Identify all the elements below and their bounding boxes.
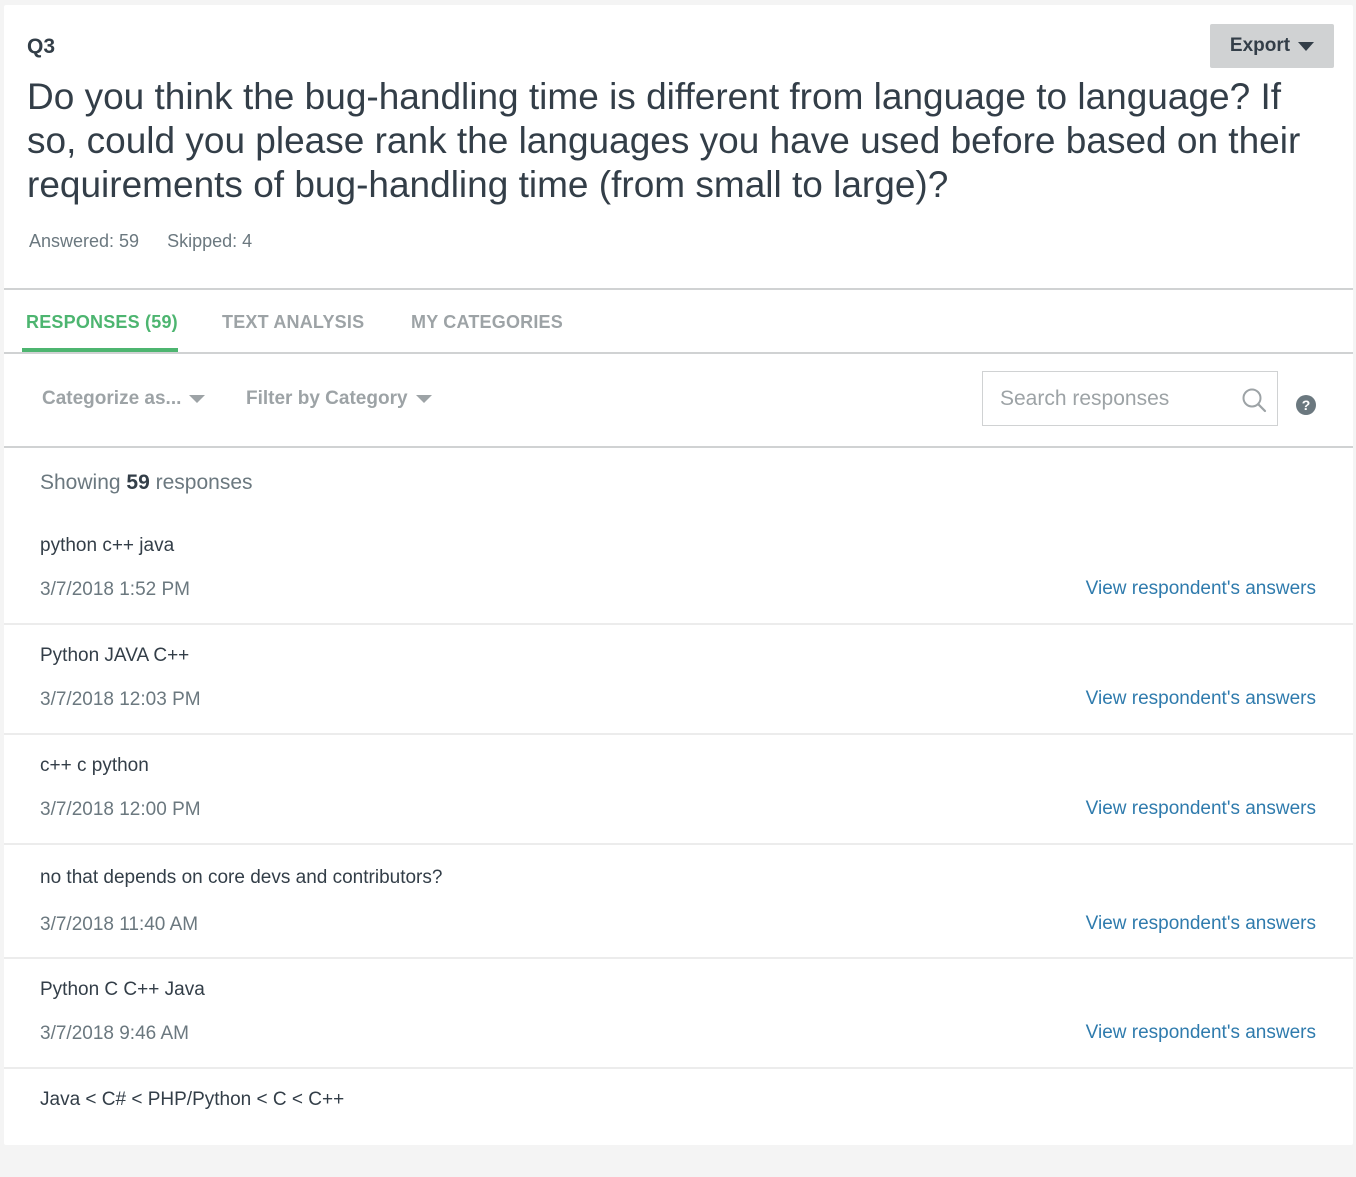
view-answers-link[interactable]: View respondent's answers bbox=[1086, 578, 1316, 600]
list-item: Python JAVA C++ 3/7/2018 12:03 PM View r… bbox=[4, 625, 1353, 735]
showing-prefix: Showing bbox=[40, 471, 121, 494]
answered-count: Answered: 59 bbox=[29, 231, 140, 251]
categorize-label: Categorize as... bbox=[42, 388, 182, 409]
search-box bbox=[982, 371, 1278, 426]
response-toolbar: Categorize as... Filter by Category ? bbox=[4, 354, 1353, 446]
search-icon[interactable] bbox=[1241, 387, 1267, 413]
search-input[interactable] bbox=[983, 372, 1233, 425]
showing-summary: Showing 59 responses bbox=[40, 471, 253, 495]
response-date: 3/7/2018 1:52 PM bbox=[40, 579, 190, 600]
response-text: Java < C# < PHP/Python < C < C++ bbox=[40, 1089, 345, 1110]
response-date: 3/7/2018 12:03 PM bbox=[40, 689, 201, 710]
list-item: Java < C# < PHP/Python < C < C++ bbox=[4, 1069, 1353, 1177]
question-number: Q3 bbox=[27, 35, 56, 58]
list-item: python c++ java 3/7/2018 1:52 PM View re… bbox=[4, 515, 1353, 625]
export-button[interactable]: Export bbox=[1210, 24, 1334, 68]
tab-responses[interactable]: RESPONSES (59) bbox=[26, 312, 178, 333]
caret-down-icon bbox=[1298, 41, 1315, 51]
response-stats: Answered: 59 Skipped: 4 bbox=[29, 231, 252, 252]
list-item: Python C C++ Java 3/7/2018 9:46 AM View … bbox=[4, 959, 1353, 1069]
response-list: python c++ java 3/7/2018 1:52 PM View re… bbox=[4, 515, 1353, 1177]
question-text: Do you think the bug-handling time is di… bbox=[27, 76, 1301, 205]
view-answers-link[interactable]: View respondent's answers bbox=[1086, 688, 1316, 710]
list-item: c++ c python 3/7/2018 12:00 PM View resp… bbox=[4, 735, 1353, 845]
export-label: Export bbox=[1229, 35, 1291, 56]
response-text: Python C C++ Java bbox=[40, 979, 205, 1000]
divider bbox=[4, 446, 1353, 448]
filter-label: Filter by Category bbox=[246, 388, 408, 409]
response-text: python c++ java bbox=[40, 535, 175, 556]
response-date: 3/7/2018 9:46 AM bbox=[40, 1023, 189, 1044]
response-text: no that depends on core devs and contrib… bbox=[40, 867, 443, 888]
showing-suffix: responses bbox=[155, 471, 253, 494]
view-answers-link[interactable]: View respondent's answers bbox=[1086, 798, 1316, 820]
tab-my-categories[interactable]: MY CATEGORIES bbox=[411, 312, 563, 333]
response-text: c++ c python bbox=[40, 755, 149, 776]
view-answers-link[interactable]: View respondent's answers bbox=[1086, 1022, 1316, 1044]
response-date: 3/7/2018 11:40 AM bbox=[40, 914, 199, 935]
help-icon[interactable]: ? bbox=[1296, 395, 1316, 415]
tab-bar: RESPONSES (59) TEXT ANALYSIS MY CATEGORI… bbox=[4, 290, 1353, 352]
response-date: 3/7/2018 12:00 PM bbox=[40, 799, 201, 820]
skipped-count: Skipped: 4 bbox=[167, 231, 253, 251]
tab-text-analysis[interactable]: TEXT ANALYSIS bbox=[222, 312, 364, 333]
list-item: no that depends on core devs and contrib… bbox=[4, 845, 1353, 959]
caret-down-icon bbox=[415, 395, 432, 403]
showing-count: 59 bbox=[126, 471, 150, 494]
question-card: Q3 Export Do you think the bug-handling … bbox=[4, 5, 1353, 1145]
caret-down-icon bbox=[189, 395, 206, 403]
view-answers-link[interactable]: View respondent's answers bbox=[1086, 913, 1316, 935]
categorize-dropdown[interactable]: Categorize as... bbox=[42, 388, 206, 410]
filter-category-dropdown[interactable]: Filter by Category bbox=[246, 388, 432, 410]
response-text: Python JAVA C++ bbox=[40, 645, 190, 666]
